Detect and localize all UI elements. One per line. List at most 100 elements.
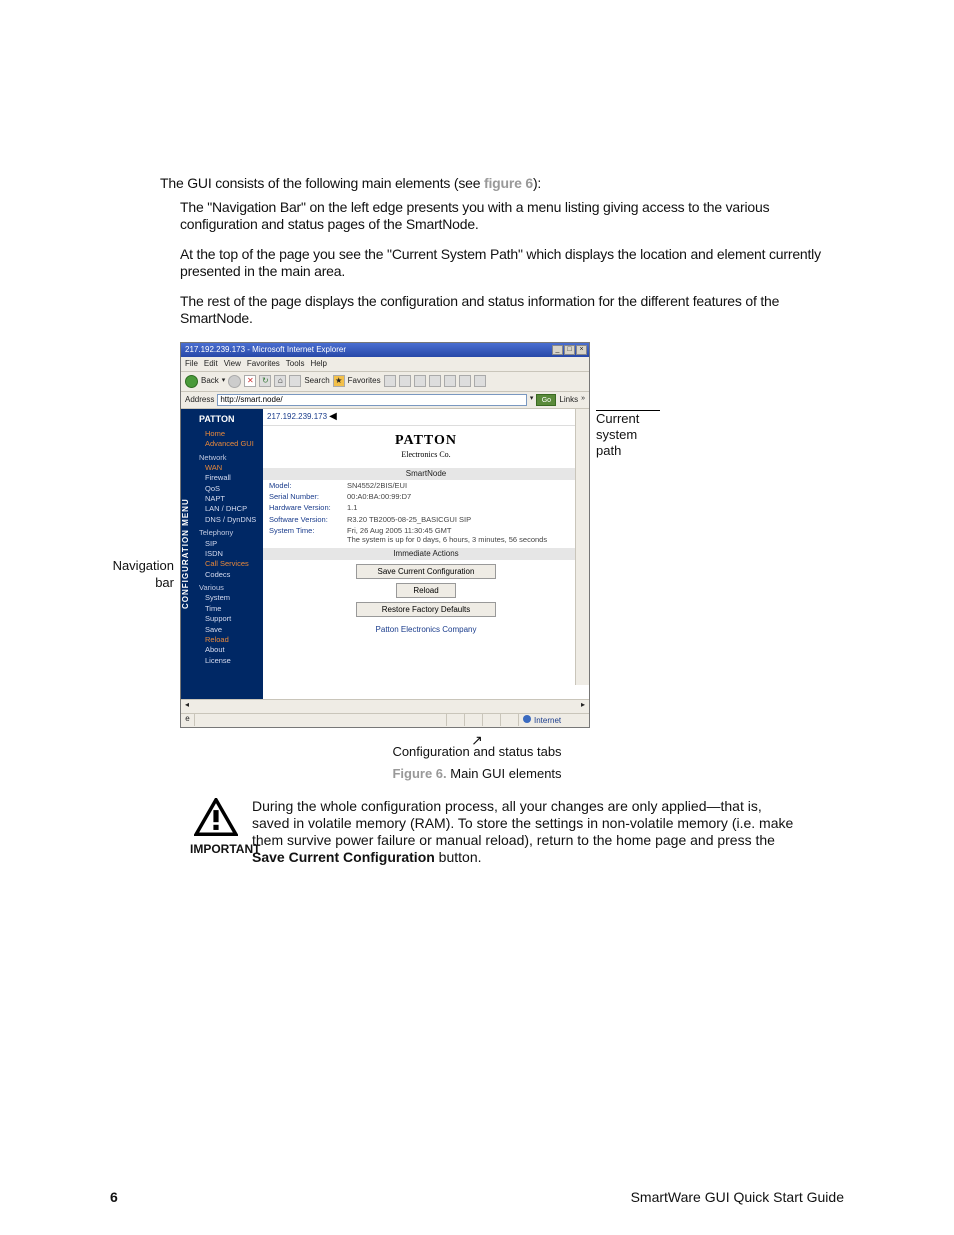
sidebar-item[interactable]: About: [199, 645, 259, 654]
status-bar: e Internet: [181, 713, 589, 727]
sidebar-item[interactable]: Various: [199, 583, 259, 592]
sidebar-item[interactable]: SIP: [199, 539, 259, 548]
history-icon[interactable]: [384, 375, 396, 387]
sidebar-item[interactable]: Time: [199, 604, 259, 613]
figure-label: Figure 6.: [392, 766, 446, 781]
sidebar-item[interactable]: WAN: [199, 463, 259, 472]
sidebar-item[interactable]: Reload: [199, 635, 259, 644]
info-value: R3.20 TB2005-08-25_BASICGUI SIP: [347, 515, 583, 524]
print-icon[interactable]: [414, 375, 426, 387]
callout-tabs: Configuration and status tabs: [110, 744, 844, 760]
stop-icon[interactable]: ✕: [244, 375, 256, 387]
menu-favorites[interactable]: Favorites: [247, 359, 280, 369]
info-value: Fri, 26 Aug 2005 11:30:45 GMTThe system …: [347, 526, 583, 545]
sidebar-item[interactable]: Firewall: [199, 473, 259, 482]
menu-file[interactable]: File: [185, 359, 198, 369]
sidebar-item[interactable]: NAPT: [199, 494, 259, 503]
search-label: Search: [304, 376, 329, 386]
favorites-label: Favorites: [348, 376, 381, 386]
misc-icon-2[interactable]: [459, 375, 471, 387]
info-key: System Time:: [269, 526, 347, 545]
toolbar: Back ▾ ✕ ↻ ⌂ Search ★ Favorites: [181, 372, 589, 392]
para-rest: The rest of the page displays the config…: [180, 293, 844, 328]
menu-view[interactable]: View: [224, 359, 241, 369]
logo-line2: Electronics Co.: [263, 450, 589, 460]
sidebar-item[interactable]: LAN / DHCP: [199, 504, 259, 513]
intro-line: The GUI consists of the following main e…: [160, 175, 844, 193]
sidebar-title: CONFIGURATION MENU: [181, 409, 195, 699]
reload-button[interactable]: Reload: [396, 583, 456, 598]
restore-defaults-button[interactable]: Restore Factory Defaults: [356, 602, 496, 617]
go-button[interactable]: Go: [536, 394, 556, 406]
sidebar-item[interactable]: System: [199, 593, 259, 602]
forward-icon[interactable]: [228, 375, 241, 388]
search-icon[interactable]: [289, 375, 301, 387]
save-config-button[interactable]: Save Current Configuration: [356, 564, 496, 579]
menu-edit[interactable]: Edit: [204, 359, 218, 369]
vertical-scrollbar[interactable]: [575, 409, 589, 685]
mail-icon[interactable]: [399, 375, 411, 387]
info-row: Serial Number:00:A0:BA:00:99:D7: [263, 491, 589, 502]
crumb-arrow-icon: ◀: [329, 411, 337, 424]
page-number: 6: [110, 1189, 118, 1205]
callout-navigation-2: bar: [110, 575, 174, 591]
info-key: Software Version:: [269, 515, 347, 524]
maximize-icon[interactable]: □: [564, 345, 575, 355]
minimize-icon[interactable]: _: [552, 345, 563, 355]
address-input[interactable]: [217, 394, 527, 406]
status-zone: Internet: [519, 715, 589, 726]
brand-logo: PATTON: [199, 411, 259, 428]
sidebar: CONFIGURATION MENU PATTON HomeAdvanced G…: [181, 409, 263, 699]
info-row: Software Version:R3.20 TB2005-08-25_BASI…: [263, 514, 589, 525]
sidebar-item[interactable]: Call Services: [199, 559, 259, 568]
back-icon[interactable]: [185, 375, 198, 388]
titlebar: 217.192.239.173 - Microsoft Internet Exp…: [181, 343, 589, 357]
sidebar-item[interactable]: Advanced GUI: [199, 439, 259, 448]
sidebar-item[interactable]: Save: [199, 625, 259, 634]
sidebar-item[interactable]: DNS / DynDNS: [199, 515, 259, 524]
links-label[interactable]: Links: [559, 395, 578, 405]
horizontal-scrollbar[interactable]: ◂▸: [181, 699, 589, 713]
misc-icon-1[interactable]: [444, 375, 456, 387]
important-note: IMPORTANT During the whole configuration…: [190, 798, 794, 865]
sidebar-item[interactable]: Home: [199, 429, 259, 438]
company-link[interactable]: Patton Electronics Company: [263, 621, 589, 639]
sidebar-item[interactable]: License: [199, 656, 259, 665]
misc-icon-3[interactable]: [474, 375, 486, 387]
internet-icon: [523, 715, 531, 723]
sidebar-item[interactable]: Support: [199, 614, 259, 623]
patton-logo: PATTON Electronics Co.: [263, 426, 589, 466]
section-smartnode: SmartNode: [263, 468, 589, 480]
info-value: 1.1: [347, 503, 583, 512]
browser-window: 217.192.239.173 - Microsoft Internet Exp…: [180, 342, 590, 728]
main-area: 217.192.239.173 ◀ PATTON Electronics Co.…: [263, 409, 589, 699]
info-row: Hardware Version:1.1: [263, 502, 589, 513]
nav-list: PATTON HomeAdvanced GUI NetworkWANFirewal…: [195, 409, 263, 699]
menu-help[interactable]: Help: [310, 359, 326, 369]
save-config-bold: Save Current Configuration: [252, 849, 435, 865]
callout-navigation-1: Navigation: [110, 558, 174, 574]
sidebar-item[interactable]: Network: [199, 453, 259, 462]
menubar: File Edit View Favorites Tools Help: [181, 357, 589, 372]
figure-6: Navigation bar 217.192.239.173 - Microso…: [110, 342, 844, 783]
intro-a: The GUI consists of the following main e…: [160, 175, 484, 191]
favorites-icon[interactable]: ★: [333, 375, 345, 387]
info-key: Model:: [269, 481, 347, 490]
arrow-down-icon: ↗: [110, 736, 844, 744]
edit-icon[interactable]: [429, 375, 441, 387]
close-icon[interactable]: ×: [576, 345, 587, 355]
menu-tools[interactable]: Tools: [286, 359, 305, 369]
breadcrumb: 217.192.239.173 ◀: [263, 409, 589, 427]
crumb-ip[interactable]: 217.192.239.173: [267, 412, 327, 422]
sidebar-item[interactable]: Codecs: [199, 570, 259, 579]
sidebar-item[interactable]: ISDN: [199, 549, 259, 558]
figure-caption: Main GUI elements: [447, 766, 562, 781]
section-actions: Immediate Actions: [263, 548, 589, 560]
home-icon[interactable]: ⌂: [274, 375, 286, 387]
refresh-icon[interactable]: ↻: [259, 375, 271, 387]
info-value: SN4552/2BIS/EUI: [347, 481, 583, 490]
sidebar-item[interactable]: QoS: [199, 484, 259, 493]
sidebar-item[interactable]: Telephony: [199, 528, 259, 537]
warning-icon: [194, 798, 238, 836]
info-key: Serial Number:: [269, 492, 347, 501]
